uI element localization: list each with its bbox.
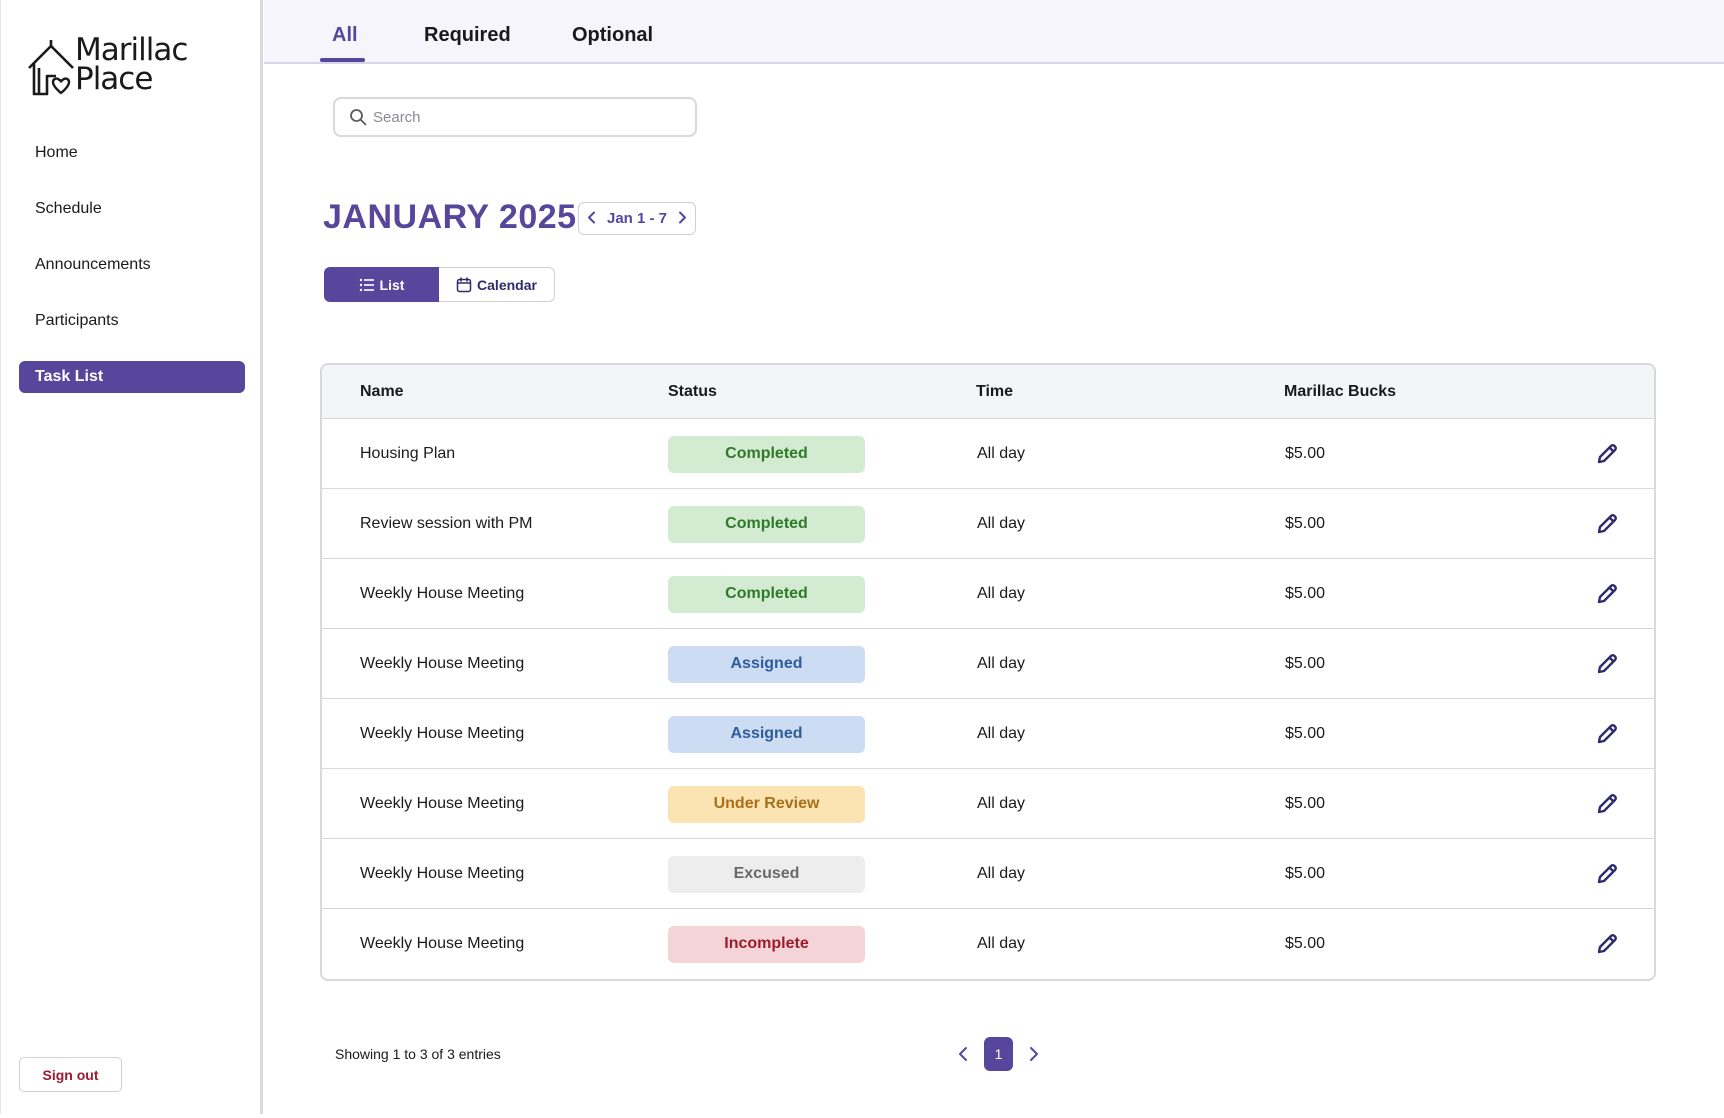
- edit-pencil-icon[interactable]: [1595, 862, 1619, 886]
- status-badge: Under Review: [668, 785, 865, 823]
- sidebar-item-announcements[interactable]: Announcements: [19, 249, 245, 281]
- edit-pencil-icon[interactable]: [1595, 932, 1619, 956]
- task-name: Weekly House Meeting: [360, 725, 525, 742]
- status-badge: Assigned: [668, 715, 865, 753]
- task-time: All day: [977, 655, 1026, 672]
- previous-week-icon[interactable]: [587, 211, 596, 227]
- date-range-selector: Jan 1 - 7: [578, 202, 696, 235]
- task-name: Housing Plan: [360, 445, 456, 462]
- status-badge: Completed: [668, 505, 865, 543]
- date-range-label: Jan 1 - 7: [606, 210, 668, 227]
- task-time: All day: [977, 725, 1026, 742]
- table-row[interactable]: Review session with PM Completed All day $5…: [322, 489, 1654, 559]
- task-name: Weekly House Meeting: [360, 935, 525, 952]
- column-header-time: Time: [976, 383, 1014, 400]
- task-bucks: $5.00: [1285, 725, 1326, 742]
- status-badge: Completed: [668, 435, 865, 473]
- task-time: All day: [977, 865, 1026, 882]
- task-bucks: $5.00: [1285, 865, 1326, 882]
- calendar-view-label: Calendar: [477, 276, 537, 293]
- task-bucks: $5.00: [1285, 795, 1326, 812]
- task-bucks: $5.00: [1285, 445, 1326, 462]
- list-icon: [359, 278, 374, 291]
- sidebar-item-participants[interactable]: Participants: [19, 305, 245, 337]
- tab-optional[interactable]: Optional: [572, 24, 653, 47]
- tab-required[interactable]: Required: [424, 24, 511, 47]
- table-row[interactable]: Weekly House Meeting Assigned All day $5.00: [322, 699, 1654, 769]
- task-time: All day: [977, 795, 1026, 812]
- pagination: 1: [954, 1037, 1043, 1071]
- edit-pencil-icon[interactable]: [1595, 722, 1619, 746]
- sign-out-button[interactable]: Sign out: [19, 1057, 122, 1092]
- sidebar-item-schedule[interactable]: Schedule: [19, 193, 245, 225]
- previous-page-icon[interactable]: [954, 1037, 972, 1071]
- calendar-view-button[interactable]: Calendar: [439, 267, 555, 302]
- edit-pencil-icon[interactable]: [1595, 512, 1619, 536]
- column-header-name: Name: [360, 383, 404, 400]
- task-bucks: $5.00: [1285, 515, 1326, 532]
- edit-pencil-icon[interactable]: [1595, 582, 1619, 606]
- task-bucks: $5.00: [1285, 655, 1326, 672]
- status-badge: Incomplete: [668, 925, 865, 963]
- next-page-icon[interactable]: [1025, 1037, 1043, 1071]
- column-header-marillac-bucks: Marillac Bucks: [1284, 383, 1397, 400]
- task-time: All day: [977, 585, 1026, 602]
- sidebar-item-home[interactable]: Home: [19, 137, 245, 169]
- entries-summary: Showing 1 to 3 of 3 entries: [335, 1046, 501, 1062]
- task-name: Weekly House Meeting: [360, 655, 525, 672]
- tab-all[interactable]: All: [332, 24, 358, 47]
- table-row[interactable]: Weekly House Meeting Assigned All day $5.00: [322, 629, 1654, 699]
- task-bucks: $5.00: [1285, 935, 1326, 952]
- view-toggle: List Calendar: [324, 267, 555, 302]
- brand-line2: Place: [75, 61, 153, 97]
- search-input[interactable]: [373, 108, 673, 126]
- next-week-icon[interactable]: [678, 211, 687, 227]
- status-badge: Completed: [668, 575, 865, 613]
- table-row[interactable]: Weekly House Meeting Completed All day $5.0…: [322, 559, 1654, 629]
- house-heart-icon: [28, 40, 74, 96]
- active-tab-indicator: [320, 58, 365, 62]
- edit-pencil-icon[interactable]: [1595, 442, 1619, 466]
- task-time: All day: [977, 935, 1026, 952]
- task-bucks: $5.00: [1285, 585, 1326, 602]
- table-row[interactable]: Weekly House Meeting Excused All day $5.00: [322, 839, 1654, 909]
- page-number-button[interactable]: 1: [984, 1037, 1013, 1071]
- status-badge: Assigned: [668, 645, 865, 683]
- task-name: Review session with PM: [360, 515, 533, 532]
- sidebar-nav: Home Schedule Announcements Participants…: [19, 137, 245, 417]
- edit-pencil-icon[interactable]: [1595, 792, 1619, 816]
- task-table: Name Status Time Marillac Bucks Housing …: [320, 363, 1656, 981]
- sidebar-item-task-list[interactable]: Task List: [19, 361, 245, 393]
- calendar-icon: [456, 276, 472, 292]
- task-time: All day: [977, 445, 1026, 462]
- sidebar: Marillac Place Home Schedule Announcemen…: [0, 0, 263, 1114]
- task-name: Weekly House Meeting: [360, 585, 525, 602]
- brand-logo[interactable]: Marillac Place: [25, 35, 225, 98]
- task-name: Weekly House Meeting: [360, 795, 525, 812]
- task-time: All day: [977, 515, 1026, 532]
- task-name: Weekly House Meeting: [360, 865, 525, 882]
- edit-pencil-icon[interactable]: [1595, 652, 1619, 676]
- search-icon: [350, 109, 367, 126]
- table-row[interactable]: Housing Plan Completed All day $5.00: [322, 419, 1654, 489]
- table-row[interactable]: Weekly House Meeting Under Review All day $…: [322, 769, 1654, 839]
- tab-bar: All Required Optional: [264, 0, 1724, 64]
- list-view-label: List: [379, 276, 405, 293]
- table-header: Name Status Time Marillac Bucks: [322, 365, 1654, 419]
- column-header-status: Status: [668, 383, 717, 400]
- month-title: JANUARY 2025: [323, 198, 577, 236]
- search-box[interactable]: [333, 97, 697, 137]
- table-body: Housing Plan Completed All day $5.00 Review …: [322, 419, 1654, 979]
- table-row[interactable]: Weekly House Meeting Incomplete All day $5.…: [322, 909, 1654, 979]
- status-badge: Excused: [668, 855, 865, 893]
- list-view-button[interactable]: List: [324, 267, 439, 302]
